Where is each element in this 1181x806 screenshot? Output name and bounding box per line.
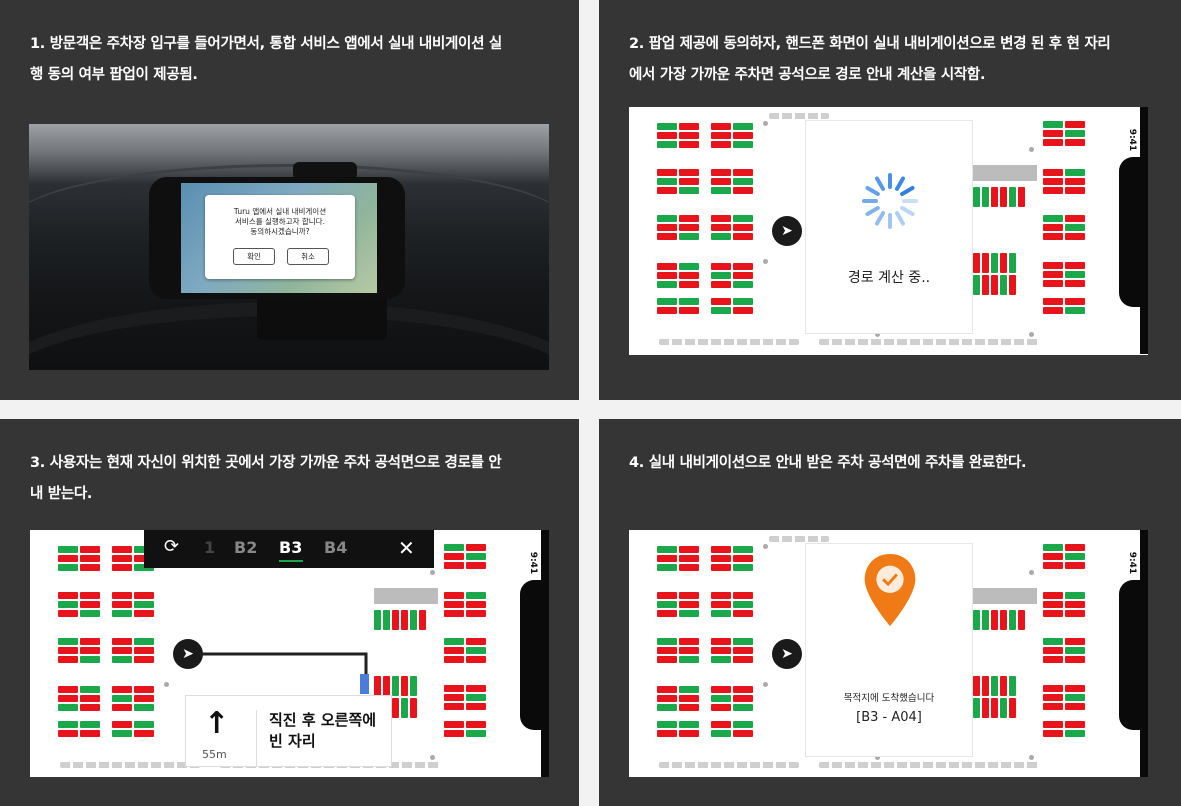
current-location-marker: ➤	[772, 216, 802, 246]
phone-bezel	[1140, 530, 1148, 777]
popup-cancel-button[interactable]: 취소	[287, 248, 329, 265]
parking-lot-block	[1043, 544, 1085, 569]
parking-lot-block	[711, 592, 753, 617]
parking-lot-block	[711, 169, 753, 194]
parking-lot-block	[657, 123, 699, 148]
phone-bezel	[1140, 107, 1148, 354]
parking-row	[973, 698, 1016, 718]
pillar	[763, 121, 768, 126]
parking-lot-block	[1043, 298, 1085, 314]
parking-lot-block	[657, 592, 699, 617]
ramp-area	[973, 165, 1037, 181]
arrival-card: 목적지에 도착했습니다 [B3 - A04]	[805, 543, 973, 757]
loading-spinner-icon	[862, 173, 918, 229]
parking-lot-block	[1043, 262, 1085, 287]
parking-lot-block	[657, 638, 699, 663]
parking-lot-block	[711, 298, 753, 314]
lane-marking	[769, 113, 829, 119]
parking-lot-block	[1043, 592, 1085, 617]
parking-lot-block	[1043, 169, 1085, 194]
phone-notch	[1119, 580, 1141, 730]
calculating-text: 경로 계산 중..	[847, 270, 931, 286]
arrival-spot-code: [B3 - A04]	[856, 710, 922, 725]
parking-lot-block	[657, 263, 699, 288]
parking-lot-block	[657, 215, 699, 240]
parking-row	[973, 275, 1016, 295]
ramp-area	[973, 588, 1037, 604]
pillar	[763, 682, 768, 687]
parking-lot-block	[711, 215, 753, 240]
parking-lot-block	[1043, 121, 1085, 146]
parking-lot-block	[711, 686, 753, 711]
parking-row	[973, 676, 1016, 696]
pillar	[1029, 332, 1034, 337]
lane-marking	[819, 339, 1039, 345]
lane-marking	[659, 762, 799, 768]
parking-lot-block	[657, 546, 699, 571]
route-calculating-card: 경로 계산 중..	[805, 120, 973, 334]
step-caption-4: 4. 실내 내비게이션으로 안내 받은 주차 공석면에 주차를 완료한다.	[629, 455, 1027, 471]
parking-row	[973, 610, 1025, 630]
parking-row	[973, 187, 1025, 207]
pillar	[1029, 147, 1034, 152]
pillar	[763, 259, 768, 264]
step-caption-3: 3. 사용자는 현재 자신이 위치한 곳에서 가장 가까운 주차 공석면으로 경…	[30, 455, 502, 502]
lane-marking	[659, 339, 799, 345]
phone-notch	[1119, 157, 1141, 307]
popup-confirm-button[interactable]: 확인	[233, 248, 275, 265]
parking-lot-block	[711, 546, 753, 571]
guidance-distance: 55m	[202, 748, 227, 761]
parking-lot-block	[657, 298, 699, 314]
guidance-instruction: 직진 후 오른쪽에 빈 자리	[256, 710, 376, 766]
pillar	[1029, 570, 1034, 575]
status-time: 9:41	[1127, 551, 1138, 575]
turn-guidance-card: ↑ 55m 직진 후 오른쪽에 빈 자리	[185, 695, 392, 767]
navigation-consent-popup: Turu 앱에서 실내 내비게이션 서비스를 실행하고자 합니다. 동의하시겠습…	[205, 195, 355, 279]
current-location-marker: ➤	[772, 639, 802, 669]
parking-lot-block	[1043, 638, 1085, 663]
parking-lot-block	[1043, 685, 1085, 710]
step-caption-2: 2. 팝업 제공에 동의하자, 핸드폰 화면이 실내 내비게이션으로 변경 된 …	[629, 36, 1111, 83]
pillar	[1029, 755, 1034, 760]
arrival-message: 목적지에 도착했습니다	[843, 693, 935, 704]
parking-lot-block	[711, 721, 753, 737]
lane-marking	[769, 536, 829, 542]
parking-lot-block	[657, 721, 699, 737]
parking-lot-block	[657, 169, 699, 194]
parking-lot-block	[711, 123, 753, 148]
status-time: 9:41	[1127, 128, 1138, 152]
popup-message: Turu 앱에서 실내 내비게이션 서비스를 실행하고자 합니다. 동의하시겠습…	[233, 207, 327, 236]
parking-row	[973, 253, 1016, 273]
parking-lot-block	[1043, 215, 1085, 240]
parking-lot-block	[711, 263, 753, 288]
parking-lot-block	[657, 686, 699, 711]
parking-lot-block	[1043, 721, 1085, 737]
pillar	[763, 544, 768, 549]
straight-arrow-icon: ↑	[204, 706, 230, 741]
lane-marking	[819, 762, 1039, 768]
step-caption-1: 1. 방문객은 주차장 입구를 들어가면서, 통합 서비스 앱에서 실내 내비게…	[30, 36, 502, 83]
step-card-1: 1. 방문객은 주차장 입구를 들어가면서, 통합 서비스 앱에서 실내 내비게…	[0, 0, 579, 400]
car-dashboard-photo: Turu 앱에서 실내 내비게이션 서비스를 실행하고자 합니다. 동의하시겠습…	[29, 124, 549, 370]
parking-lot-block	[711, 638, 753, 663]
destination-pin-icon	[864, 553, 916, 627]
